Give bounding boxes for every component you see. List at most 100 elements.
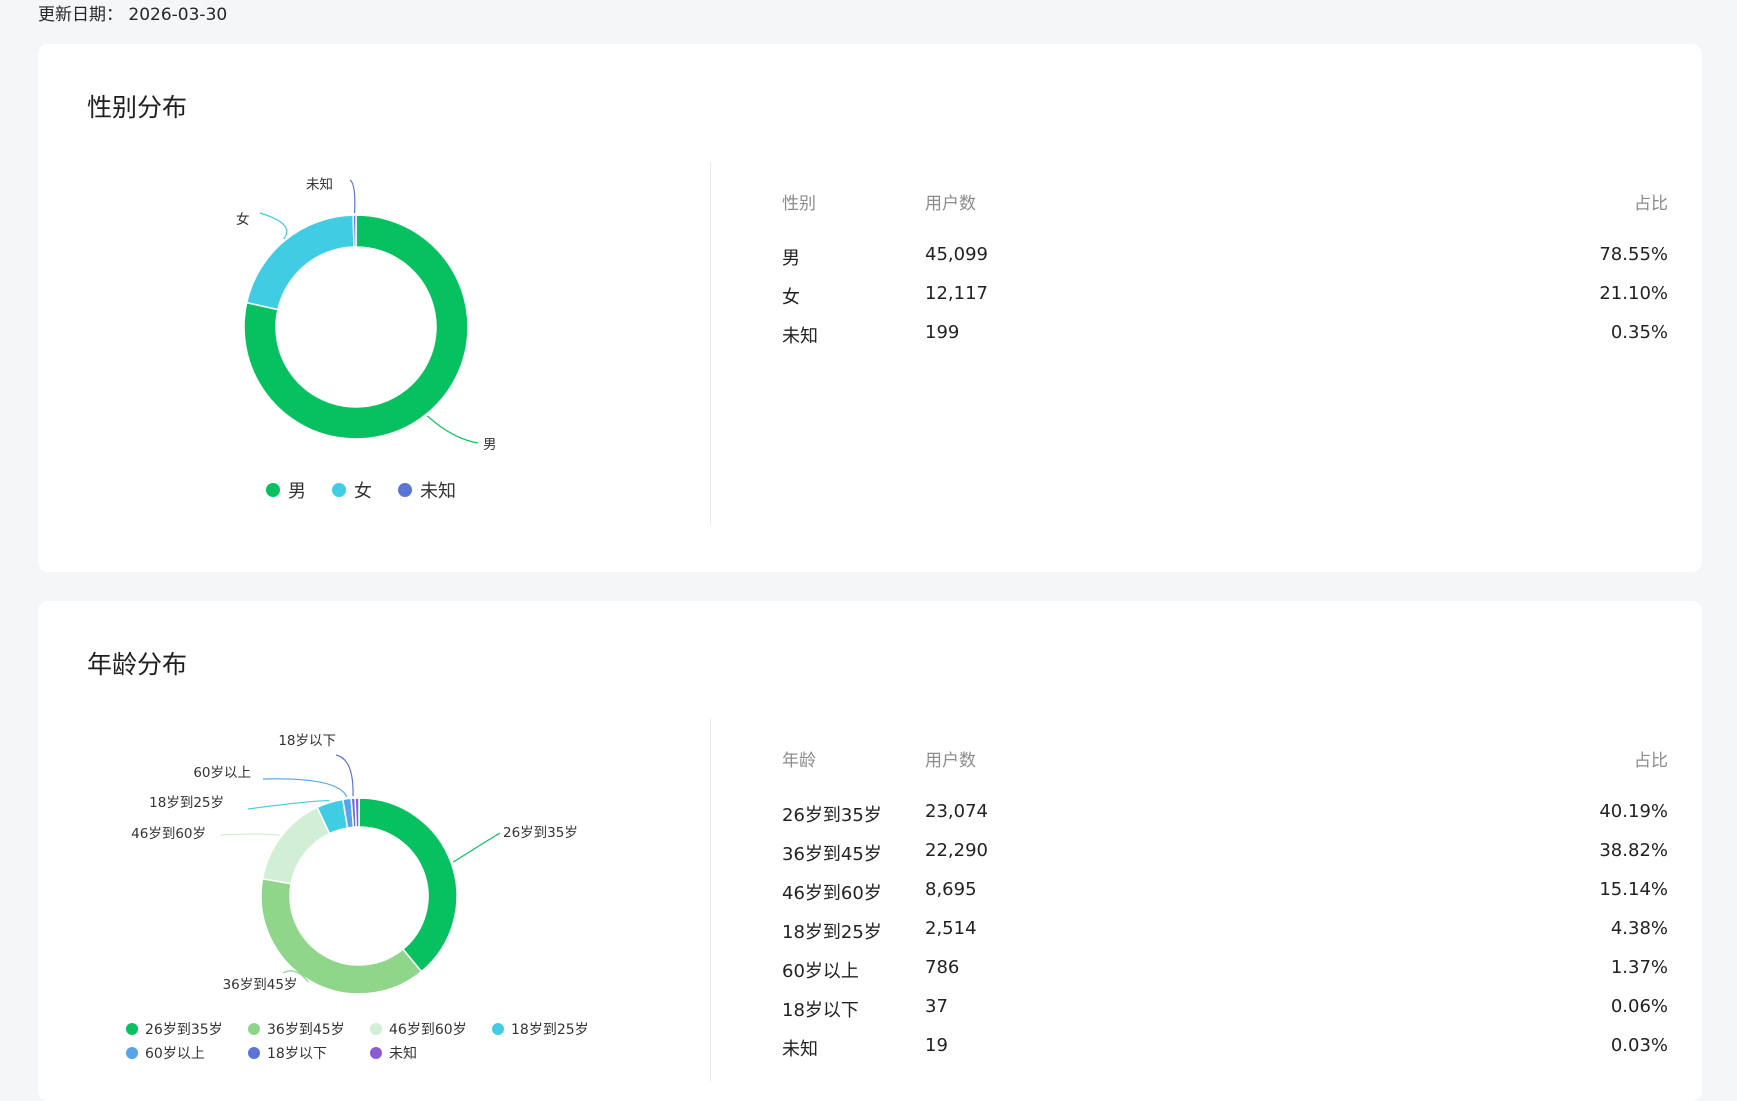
legend-dot-male [266, 483, 280, 497]
legend-dot [248, 1023, 260, 1035]
legend-item-unknown[interactable]: 未知 [370, 1043, 492, 1063]
cell-name: 18岁到25岁 [782, 922, 882, 943]
cell-count: 22,290 [925, 840, 988, 861]
cell-pct: 4.38% [1610, 918, 1668, 939]
cell-count: 23,074 [925, 801, 988, 822]
legend-item-18-25[interactable]: 18岁到25岁 [492, 1019, 614, 1039]
cell-count: 37 [925, 996, 948, 1017]
cell-name: 18岁以下 [782, 1000, 859, 1021]
table-row: 18岁以下 37 0.06% [782, 996, 1668, 1035]
donut-slice[interactable] [354, 797, 360, 828]
col-header-gender: 性别 [782, 194, 816, 214]
slice-label: 60岁以上 [193, 765, 251, 781]
donut-slice[interactable] [352, 214, 357, 248]
slice-label: 46岁到60岁 [131, 826, 206, 842]
legend-label: 46岁到60岁 [389, 1022, 467, 1038]
label-line [259, 212, 288, 240]
donut-slice[interactable] [358, 797, 458, 973]
cell-count: 786 [925, 957, 960, 978]
label-line [452, 832, 501, 863]
label-line [262, 778, 348, 798]
gender-card: 性别分布 男女未知 男 女 未知 性别 用户数 占比 男 45,099 78.5… [38, 44, 1702, 572]
legend-label: 36岁到45岁 [267, 1022, 345, 1038]
table-header: 性别 用户数 占比 [782, 189, 1668, 244]
table-row: 未知 199 0.35% [782, 322, 1668, 361]
table-row: 60岁以上 786 1.37% [782, 957, 1668, 996]
table-row: 46岁到60岁 8,695 15.14% [782, 879, 1668, 918]
legend-dot-female [332, 483, 346, 497]
cell-count: 12,117 [925, 283, 988, 304]
table-header: 年龄 用户数 占比 [782, 746, 1668, 801]
legend-item-female[interactable]: 女 [332, 477, 372, 503]
col-header-pct: 占比 [1634, 751, 1668, 771]
age-card: 年龄分布 26岁到35岁 36岁到45岁 46岁到60岁 18岁到25岁 60岁以上 18… [38, 601, 1702, 1101]
legend-item-26-35[interactable]: 26岁到35岁 [126, 1019, 248, 1039]
legend-label: 女 [354, 481, 372, 502]
label-line [349, 179, 356, 214]
cell-name: 36岁到45岁 [782, 844, 882, 865]
table-row: 男 45,099 78.55% [782, 244, 1668, 283]
legend-item-unknown[interactable]: 未知 [398, 477, 456, 503]
legend-label: 18岁以下 [267, 1046, 327, 1062]
legend-dot [126, 1023, 138, 1035]
table-row: 26岁到35岁 23,074 40.19% [782, 801, 1668, 840]
cell-pct: 40.19% [1599, 801, 1668, 822]
legend-label: 60岁以上 [145, 1046, 205, 1062]
slice-label: 女 [236, 211, 250, 228]
cell-pct: 21.10% [1599, 283, 1668, 304]
legend-label: 男 [288, 481, 306, 502]
label-line [219, 833, 280, 836]
legend-label: 未知 [389, 1046, 417, 1062]
legend-item-60-plus[interactable]: 60岁以上 [126, 1043, 248, 1063]
update-info: 更新日期： 2026-03-30 [38, 0, 227, 25]
cell-count: 19 [925, 1035, 948, 1056]
gender-divider [710, 162, 711, 524]
cell-name: 60岁以上 [782, 961, 859, 982]
cell-count: 2,514 [925, 918, 977, 939]
col-header-users: 用户数 [925, 751, 976, 771]
legend-dot [370, 1023, 382, 1035]
cell-name: 女 [782, 287, 800, 308]
age-legend: 26岁到35岁 36岁到45岁 46岁到60岁 18岁到25岁 60岁以上 18… [126, 1019, 614, 1063]
cell-pct: 15.14% [1599, 879, 1668, 900]
slice-label: 36岁到45岁 [223, 977, 298, 993]
slice-label: 男 [483, 437, 497, 453]
legend-dot [248, 1047, 260, 1059]
age-divider [710, 719, 711, 1081]
legend-label: 18岁到25岁 [511, 1022, 589, 1038]
legend-dot-unknown [398, 483, 412, 497]
col-header-pct: 占比 [1634, 194, 1668, 214]
age-table: 年龄 用户数 占比 26岁到35岁 23,074 40.19% 36岁到45岁 22,… [782, 746, 1668, 1074]
legend-dot [126, 1047, 138, 1059]
slice-label: 26岁到35岁 [503, 825, 578, 841]
update-date: 2026-03-30 [128, 5, 228, 25]
col-header-users: 用户数 [925, 194, 976, 214]
cell-name: 26岁到35岁 [782, 805, 882, 826]
cell-count: 199 [925, 322, 960, 343]
slice-label: 18岁以下 [278, 733, 336, 749]
legend-item-male[interactable]: 男 [266, 477, 306, 503]
legend-item-under-18[interactable]: 18岁以下 [248, 1043, 370, 1063]
cell-name: 未知 [782, 1039, 818, 1060]
cell-pct: 78.55% [1599, 244, 1668, 265]
col-header-age: 年龄 [782, 751, 816, 771]
table-row: 未知 19 0.03% [782, 1035, 1668, 1074]
legend-label: 26岁到35岁 [145, 1022, 223, 1038]
table-row: 18岁到25岁 2,514 4.38% [782, 918, 1668, 957]
gender-table: 性别 用户数 占比 男 45,099 78.55% 女 12,117 21.10… [782, 189, 1668, 361]
donut-slice[interactable] [245, 214, 355, 311]
cell-name: 男 [782, 248, 800, 269]
gender-legend: 男 女 未知 [266, 477, 482, 503]
cell-pct: 0.06% [1610, 996, 1668, 1017]
table-row: 女 12,117 21.10% [782, 283, 1668, 322]
cell-pct: 1.37% [1610, 957, 1668, 978]
cell-count: 8,695 [925, 879, 977, 900]
donut-slice[interactable] [261, 806, 331, 885]
cell-pct: 0.35% [1610, 322, 1668, 343]
cell-name: 46岁到60岁 [782, 883, 882, 904]
slice-label: 18岁到25岁 [149, 795, 224, 811]
legend-item-46-60[interactable]: 46岁到60岁 [370, 1019, 492, 1039]
legend-item-36-45[interactable]: 36岁到45岁 [248, 1019, 370, 1039]
legend-label: 未知 [420, 481, 456, 502]
cell-pct: 0.03% [1610, 1035, 1668, 1056]
